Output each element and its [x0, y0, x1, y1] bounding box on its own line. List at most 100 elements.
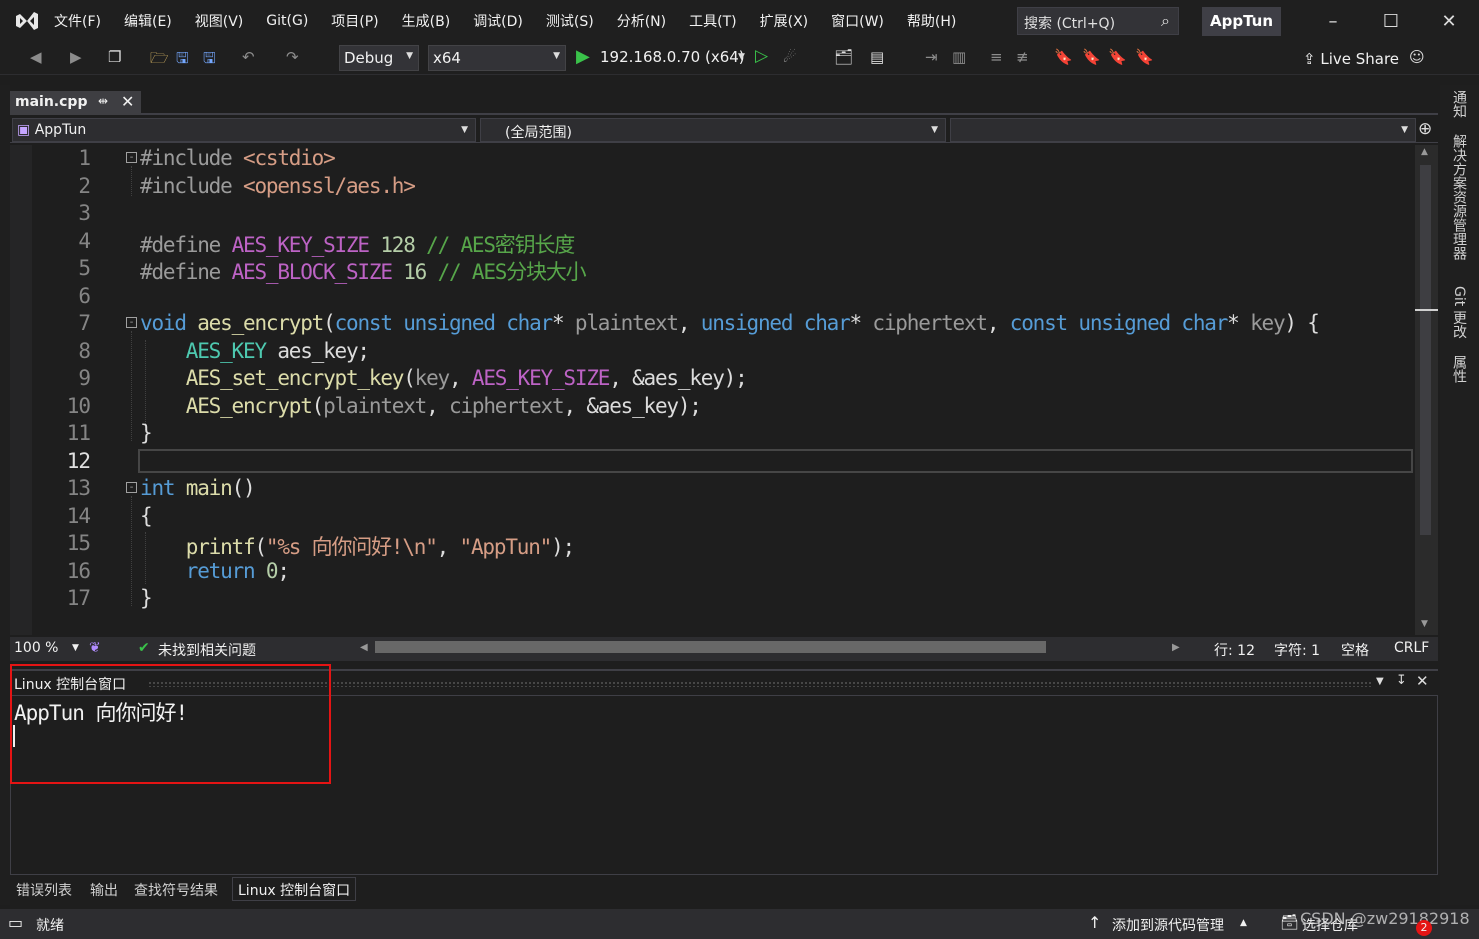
prev-bookmark-icon[interactable]: 🔖: [1082, 48, 1101, 66]
search-box[interactable]: 搜索 (Ctrl+Q) ⌕: [1017, 7, 1179, 35]
line-ending-indicator[interactable]: CRLF: [1394, 640, 1429, 656]
chevron-down-icon: ▼: [931, 125, 938, 135]
caret-position-marker: [1415, 309, 1438, 311]
menu-test[interactable]: 测试(S): [546, 11, 594, 31]
next-bookmark-icon[interactable]: 🔖: [1108, 48, 1127, 66]
panel-dropdown-icon[interactable]: ▼: [1376, 676, 1384, 687]
panel-grip[interactable]: [148, 681, 1373, 687]
feedback-icon[interactable]: ☺: [1409, 48, 1425, 66]
close-icon[interactable]: ✕: [121, 92, 134, 111]
scroll-left-icon[interactable]: ◀: [360, 642, 368, 653]
layout-icon[interactable]: ▤: [870, 48, 884, 66]
chevron-down-icon: ▼: [406, 51, 413, 61]
menu-git[interactable]: Git(G): [266, 13, 308, 29]
pin-icon[interactable]: ↧: [1396, 673, 1407, 688]
zoom-level[interactable]: 100 %: [14, 640, 58, 656]
menu-build[interactable]: 生成(B): [402, 11, 451, 31]
tab-error-list[interactable]: 错误列表: [16, 880, 72, 900]
pin-icon[interactable]: ⇹: [98, 94, 108, 108]
save-icon[interactable]: 🖫: [176, 48, 189, 73]
step-icon[interactable]: ⇥: [925, 48, 938, 66]
zoom-dropdown-icon[interactable]: ▼: [72, 643, 79, 653]
code-line-13: int main(): [140, 476, 256, 500]
tab-main-cpp[interactable]: main.cpp ⇹ ✕: [10, 91, 141, 115]
menu-project[interactable]: 项目(P): [331, 11, 378, 31]
minimize-icon[interactable]: –: [1318, 10, 1348, 34]
notification-badge[interactable]: 2: [1416, 920, 1432, 936]
maximize-icon[interactable]: ☐: [1376, 10, 1406, 34]
right-tab-solution-explorer[interactable]: 解决方案资源管理器: [1449, 134, 1469, 260]
right-tab-git-changes[interactable]: Git 更改: [1449, 286, 1469, 339]
tab-find-symbol-results[interactable]: 查找符号结果: [134, 880, 218, 900]
scrollbar-thumb[interactable]: [1420, 165, 1431, 535]
navigate-forward-icon[interactable]: ▶: [70, 48, 82, 66]
scroll-down-icon[interactable]: ▼: [1421, 619, 1428, 629]
menu-window[interactable]: 窗口(W): [831, 11, 884, 31]
tab-linux-console[interactable]: Linux 控制台窗口: [232, 877, 357, 901]
fold-toggle-icon[interactable]: -: [126, 152, 137, 163]
char-indicator[interactable]: 字符: 1: [1274, 640, 1320, 660]
run-target-dropdown-icon[interactable]: ▼: [738, 52, 745, 62]
start-without-debugging-icon[interactable]: ▷: [755, 46, 768, 66]
menu-debug[interactable]: 调试(D): [473, 11, 523, 31]
fold-guide: [131, 331, 132, 441]
hot-reload-icon[interactable]: ☄: [783, 48, 796, 66]
uncomment-icon[interactable]: ≢: [1016, 48, 1029, 66]
run-target-label[interactable]: 192.168.0.70 (x64): [600, 48, 745, 66]
new-project-icon[interactable]: ❐: [108, 48, 121, 66]
member-select[interactable]: ▼: [950, 118, 1416, 142]
config-select[interactable]: Debug ▼: [339, 45, 419, 71]
menu-file[interactable]: 文件(F): [54, 11, 101, 31]
live-share-label: Live Share: [1320, 50, 1400, 68]
start-debugging-icon[interactable]: ▶: [576, 46, 590, 67]
platform-select[interactable]: x64 ▼: [428, 45, 566, 71]
menu-help[interactable]: 帮助(H): [907, 11, 956, 31]
code-line-2: #include <openssl/aes.h>: [140, 174, 416, 198]
open-file-icon[interactable]: 🗁: [150, 48, 169, 73]
line-number: 16: [66, 559, 91, 583]
issues-status[interactable]: 未找到相关问题: [158, 640, 256, 660]
menu-analyze[interactable]: 分析(N): [617, 11, 666, 31]
solution-explorer-icon[interactable]: 🗂: [834, 48, 853, 66]
line-indicator[interactable]: 行: 12: [1214, 640, 1255, 660]
add-to-source-control[interactable]: 添加到源代码管理: [1112, 915, 1224, 935]
fold-toggle-icon[interactable]: -: [126, 482, 137, 493]
menu-view[interactable]: 视图(V): [195, 11, 244, 31]
save-all-icon[interactable]: 🖫: [203, 48, 216, 73]
clear-bookmarks-icon[interactable]: 🔖: [1135, 48, 1154, 66]
whitespace-indicator[interactable]: 空格: [1341, 640, 1369, 660]
share-icon: ⇪: [1303, 50, 1321, 68]
right-tab-properties[interactable]: 属性: [1449, 355, 1469, 383]
scope-select[interactable]: (全局范围) ▼: [480, 118, 946, 142]
close-window-icon[interactable]: ✕: [1434, 10, 1464, 34]
chevron-up-icon[interactable]: ▲: [1240, 918, 1247, 928]
vertical-scrollbar[interactable]: ▲ ▼: [1415, 145, 1438, 635]
code-line-15: printf("%s 向你问好!\n", "AppTun");: [185, 535, 575, 559]
menu-tools[interactable]: 工具(T): [689, 11, 736, 31]
right-tab-notifications[interactable]: 通知: [1449, 90, 1469, 118]
comment-icon[interactable]: ≡: [990, 48, 1003, 66]
arrow-up-icon: ↑: [1088, 913, 1102, 932]
menu-edit[interactable]: 编辑(E): [124, 11, 172, 31]
intellicode-icon[interactable]: ❦: [89, 640, 101, 656]
line-number: 5: [78, 256, 91, 280]
code-line-5: #define AES_BLOCK_SIZE 16 // AES分块大小: [140, 260, 587, 284]
tab-output[interactable]: 输出: [90, 880, 118, 900]
project-select[interactable]: ▣ AppTun ▼: [12, 118, 476, 142]
scroll-up-icon[interactable]: ▲: [1421, 147, 1428, 157]
navigate-back-icon[interactable]: ◀: [30, 48, 42, 66]
live-share-button[interactable]: ⇪ Live Share: [1303, 50, 1399, 68]
menu-extensions[interactable]: 扩展(X): [760, 11, 809, 31]
bookmark-icon[interactable]: 🔖: [1054, 48, 1073, 66]
split-editor-icon[interactable]: ⊕: [1418, 119, 1432, 139]
ready-status: 就绪: [36, 918, 64, 934]
breakpoint-window-icon[interactable]: ▥: [952, 48, 966, 66]
close-icon[interactable]: ✕: [1416, 672, 1429, 690]
fold-toggle-icon[interactable]: -: [126, 317, 137, 328]
output-panel-icon[interactable]: ▭: [8, 913, 23, 932]
code-line-16: return 0;: [185, 559, 290, 583]
redo-icon[interactable]: ↷: [286, 48, 299, 66]
horizontal-scrollbar-thumb[interactable]: [375, 641, 1046, 653]
undo-icon[interactable]: ↶: [242, 48, 255, 66]
scroll-right-icon[interactable]: ▶: [1172, 642, 1180, 653]
